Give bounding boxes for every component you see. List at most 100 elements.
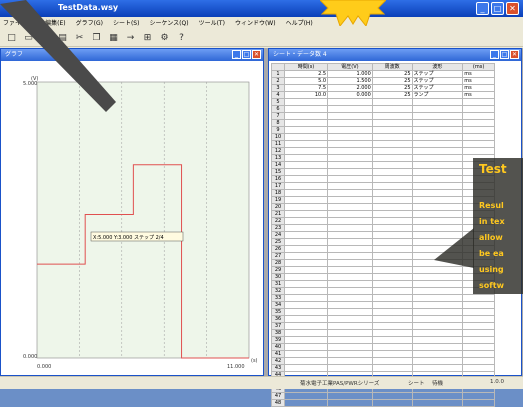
sheet-cell[interactable] — [462, 294, 495, 302]
sheet-cell[interactable] — [371, 126, 413, 134]
sheet-cell[interactable] — [327, 98, 373, 106]
sheet-cell[interactable] — [462, 350, 495, 358]
sheet-cell[interactable] — [283, 224, 329, 232]
sheet-cell[interactable] — [462, 364, 495, 372]
sheet-cell[interactable] — [462, 329, 495, 337]
sheet-cell[interactable] — [411, 315, 464, 323]
menu-tools[interactable]: ツール(T) — [199, 17, 225, 30]
sheet-cell[interactable] — [283, 182, 329, 190]
sheet-cell[interactable] — [371, 105, 413, 113]
sheet-cell[interactable] — [283, 161, 329, 169]
sheet-cell[interactable] — [283, 98, 329, 106]
sheet-cell[interactable] — [371, 357, 413, 365]
sheet-cell[interactable] — [371, 301, 413, 309]
sheet-cell[interactable] — [327, 280, 373, 288]
table-row[interactable]: 4 10.0 0.000 25 ランプ ms — [271, 91, 495, 99]
sheet-cell[interactable] — [371, 203, 413, 211]
sheet-cell[interactable] — [283, 154, 329, 162]
sheet-cell[interactable] — [327, 287, 373, 295]
sheet-cell[interactable] — [371, 140, 413, 148]
sheet-cell[interactable] — [283, 196, 329, 204]
column-header[interactable]: 波形 — [411, 63, 464, 71]
sheet-cell[interactable] — [327, 224, 373, 232]
sheet-cell[interactable] — [327, 392, 373, 400]
sheet-cell[interactable] — [462, 336, 495, 344]
sheet-cell[interactable] — [462, 126, 495, 134]
help-icon[interactable]: ? — [176, 33, 187, 44]
sheet-cell[interactable] — [327, 175, 373, 183]
sheet-cell[interactable] — [371, 273, 413, 281]
sheet-cell[interactable] — [411, 189, 464, 197]
sheet-cell[interactable] — [283, 175, 329, 183]
sheet-cell[interactable] — [462, 133, 495, 141]
sheet-cell[interactable] — [411, 140, 464, 148]
sheet-cell[interactable] — [327, 399, 373, 407]
sheet-cell[interactable] — [327, 168, 373, 176]
sheet-cell[interactable] — [462, 147, 495, 155]
sheet-cell[interactable] — [371, 364, 413, 372]
sheet-cell[interactable] — [411, 350, 464, 358]
table-row[interactable]: 11 — [271, 140, 495, 148]
sheet-cell[interactable] — [283, 140, 329, 148]
sheet-cell[interactable] — [283, 308, 329, 316]
table-row[interactable]: 47 — [271, 392, 495, 400]
sheet-cell[interactable] — [462, 105, 495, 113]
plot-icon[interactable]: ⊞ — [142, 33, 153, 44]
sheet-cell[interactable] — [283, 133, 329, 141]
sheet-cell[interactable] — [283, 245, 329, 253]
sheet-cell[interactable]: ms — [462, 70, 495, 78]
maximize-icon[interactable]: □ — [500, 50, 509, 59]
sheet-cell[interactable] — [462, 112, 495, 120]
sheet-cell[interactable] — [462, 322, 495, 330]
sheet-cell[interactable] — [371, 259, 413, 267]
sheet-cell[interactable] — [283, 329, 329, 337]
table-row[interactable]: 16 — [271, 175, 495, 183]
sheet-cell[interactable] — [327, 154, 373, 162]
sheet-cell[interactable] — [283, 231, 329, 239]
sheet-cell[interactable] — [411, 182, 464, 190]
sheet-cell[interactable] — [283, 168, 329, 176]
sheet-cell[interactable] — [327, 245, 373, 253]
sheet-cell[interactable] — [371, 308, 413, 316]
sheet-cell[interactable] — [411, 329, 464, 337]
sheet-cell[interactable] — [411, 357, 464, 365]
table-row[interactable]: 20 — [271, 203, 495, 211]
table-row[interactable]: 10 — [271, 133, 495, 141]
sheet-cell[interactable] — [371, 329, 413, 337]
sheet-cell[interactable]: 2.5 — [283, 70, 329, 78]
sheet-cell[interactable] — [371, 336, 413, 344]
sheet-cell[interactable]: ms — [462, 77, 495, 85]
sheet-cell[interactable] — [371, 210, 413, 218]
table-row[interactable]: 6 — [271, 105, 495, 113]
sheet-cell[interactable] — [283, 357, 329, 365]
sheet-cell[interactable] — [371, 231, 413, 239]
sheet-cell[interactable] — [327, 182, 373, 190]
sheet-cell[interactable] — [327, 357, 373, 365]
sheet-cell[interactable]: ms — [462, 91, 495, 99]
sheet-cell[interactable] — [371, 189, 413, 197]
sheet-cell[interactable] — [283, 189, 329, 197]
sheet-cell[interactable] — [327, 294, 373, 302]
sheet-cell[interactable] — [327, 322, 373, 330]
sheet-cell[interactable] — [411, 399, 464, 407]
sheet-cell[interactable] — [327, 350, 373, 358]
maximize-icon[interactable]: □ — [242, 50, 251, 59]
sheet-cell[interactable] — [411, 343, 464, 351]
sheet-cell[interactable] — [327, 147, 373, 155]
table-row[interactable]: 17 — [271, 182, 495, 190]
table-row[interactable]: 41 — [271, 350, 495, 358]
table-row[interactable]: 8 — [271, 119, 495, 127]
sheet-cell[interactable] — [411, 301, 464, 309]
sheet-cell[interactable] — [327, 189, 373, 197]
sheet-cell[interactable] — [371, 182, 413, 190]
sheet-cell[interactable]: 1.000 — [327, 70, 373, 78]
sheet-cell[interactable] — [411, 126, 464, 134]
table-row[interactable]: 39 — [271, 336, 495, 344]
sheet-cell[interactable] — [283, 273, 329, 281]
sheet-cell[interactable] — [327, 308, 373, 316]
sheet-cell[interactable] — [462, 98, 495, 106]
sheet-cell[interactable] — [462, 399, 495, 407]
sheet-cell[interactable] — [283, 315, 329, 323]
sheet-cell[interactable] — [411, 287, 464, 295]
sheet-cell[interactable] — [371, 154, 413, 162]
